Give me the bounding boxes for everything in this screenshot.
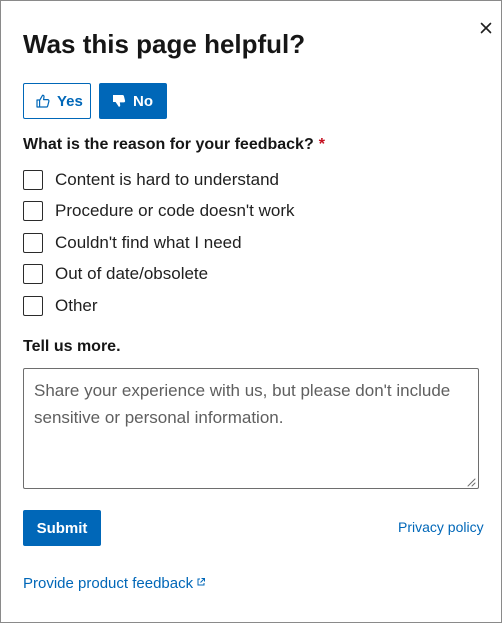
external-link-icon — [197, 577, 206, 585]
checkbox[interactable] — [23, 201, 43, 221]
close-button[interactable] — [478, 20, 494, 36]
product-feedback-link[interactable]: Provide product feedback — [23, 575, 206, 592]
checkbox[interactable] — [23, 233, 43, 253]
submit-button[interactable]: Submit — [23, 510, 101, 546]
feedback-textarea[interactable] — [23, 368, 479, 489]
close-icon — [480, 22, 492, 34]
privacy-policy-link[interactable]: Privacy policy — [398, 519, 484, 535]
resize-grip-icon[interactable] — [466, 477, 476, 487]
checkbox[interactable] — [23, 264, 43, 284]
product-feedback-label: Provide product feedback — [23, 575, 194, 592]
reason-question: What is the reason for your feedback? * — [23, 134, 325, 156]
option-code-doesnt-work[interactable]: Procedure or code doesn't work — [23, 199, 295, 223]
thumbs-down-icon — [113, 95, 126, 107]
yes-label: Yes — [57, 92, 83, 110]
dialog-title: Was this page helpful? — [23, 29, 306, 59]
no-button[interactable]: No — [99, 83, 167, 119]
checkbox[interactable] — [23, 170, 43, 190]
no-label: No — [133, 92, 153, 110]
thumbs-up-icon — [36, 94, 50, 108]
option-label: Procedure or code doesn't work — [55, 201, 295, 220]
option-label: Out of date/obsolete — [55, 264, 209, 283]
option-other[interactable]: Other — [23, 294, 98, 318]
reason-question-text: What is the reason for your feedback? — [23, 136, 314, 153]
yes-button[interactable]: Yes — [23, 83, 91, 119]
required-mark: * — [318, 136, 325, 153]
option-label: Content is hard to understand — [55, 170, 279, 189]
option-hard-to-understand[interactable]: Content is hard to understand — [23, 168, 279, 192]
option-out-of-date[interactable]: Out of date/obsolete — [23, 262, 208, 286]
checkbox[interactable] — [23, 296, 43, 316]
feedback-dialog: Was this page helpful? Yes No What is th… — [0, 0, 502, 623]
option-label: Couldn't find what I need — [55, 233, 242, 252]
tell-us-more-label: Tell us more. — [23, 338, 121, 355]
option-label: Other — [55, 296, 98, 315]
option-couldnt-find[interactable]: Couldn't find what I need — [23, 231, 242, 255]
